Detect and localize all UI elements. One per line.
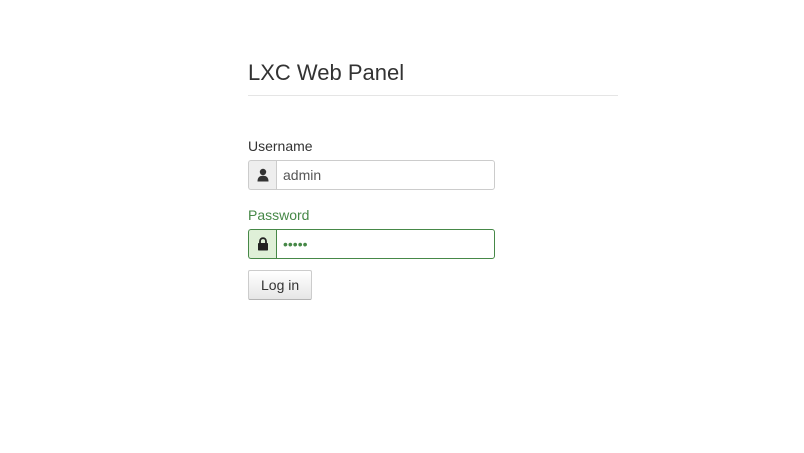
password-input[interactable] [276, 229, 495, 259]
login-button[interactable]: Log in [248, 270, 313, 300]
username-group [248, 160, 495, 190]
login-container: LXC Web Panel Username Password Log i [248, 0, 618, 300]
password-group [248, 229, 495, 259]
username-input[interactable] [276, 160, 495, 190]
page-header: LXC Web Panel [248, 60, 618, 96]
lock-icon [248, 229, 276, 259]
login-form: Username Password Log in [248, 136, 618, 300]
page-title: LXC Web Panel [248, 60, 405, 85]
username-label: Username [248, 138, 313, 154]
password-label: Password [248, 207, 310, 223]
user-icon [248, 160, 276, 190]
